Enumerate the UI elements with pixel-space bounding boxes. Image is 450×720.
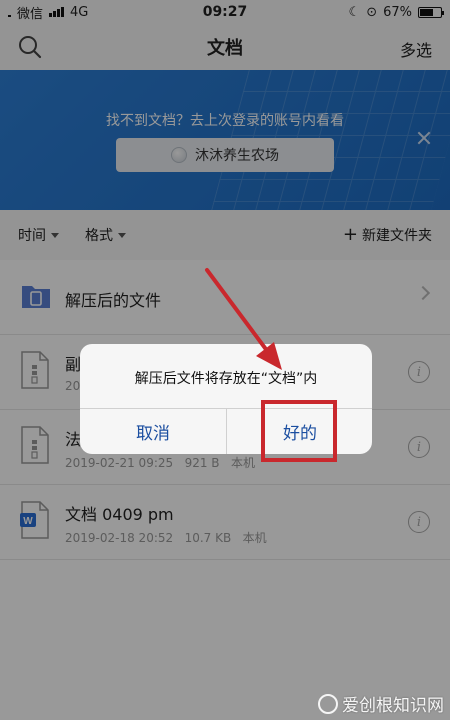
watermark-text: 爱创根知识网 [342, 696, 444, 716]
annotation-arrow-icon [205, 268, 282, 370]
watermark-logo-icon [318, 693, 338, 714]
watermark: 爱创根知识网 [318, 691, 444, 716]
